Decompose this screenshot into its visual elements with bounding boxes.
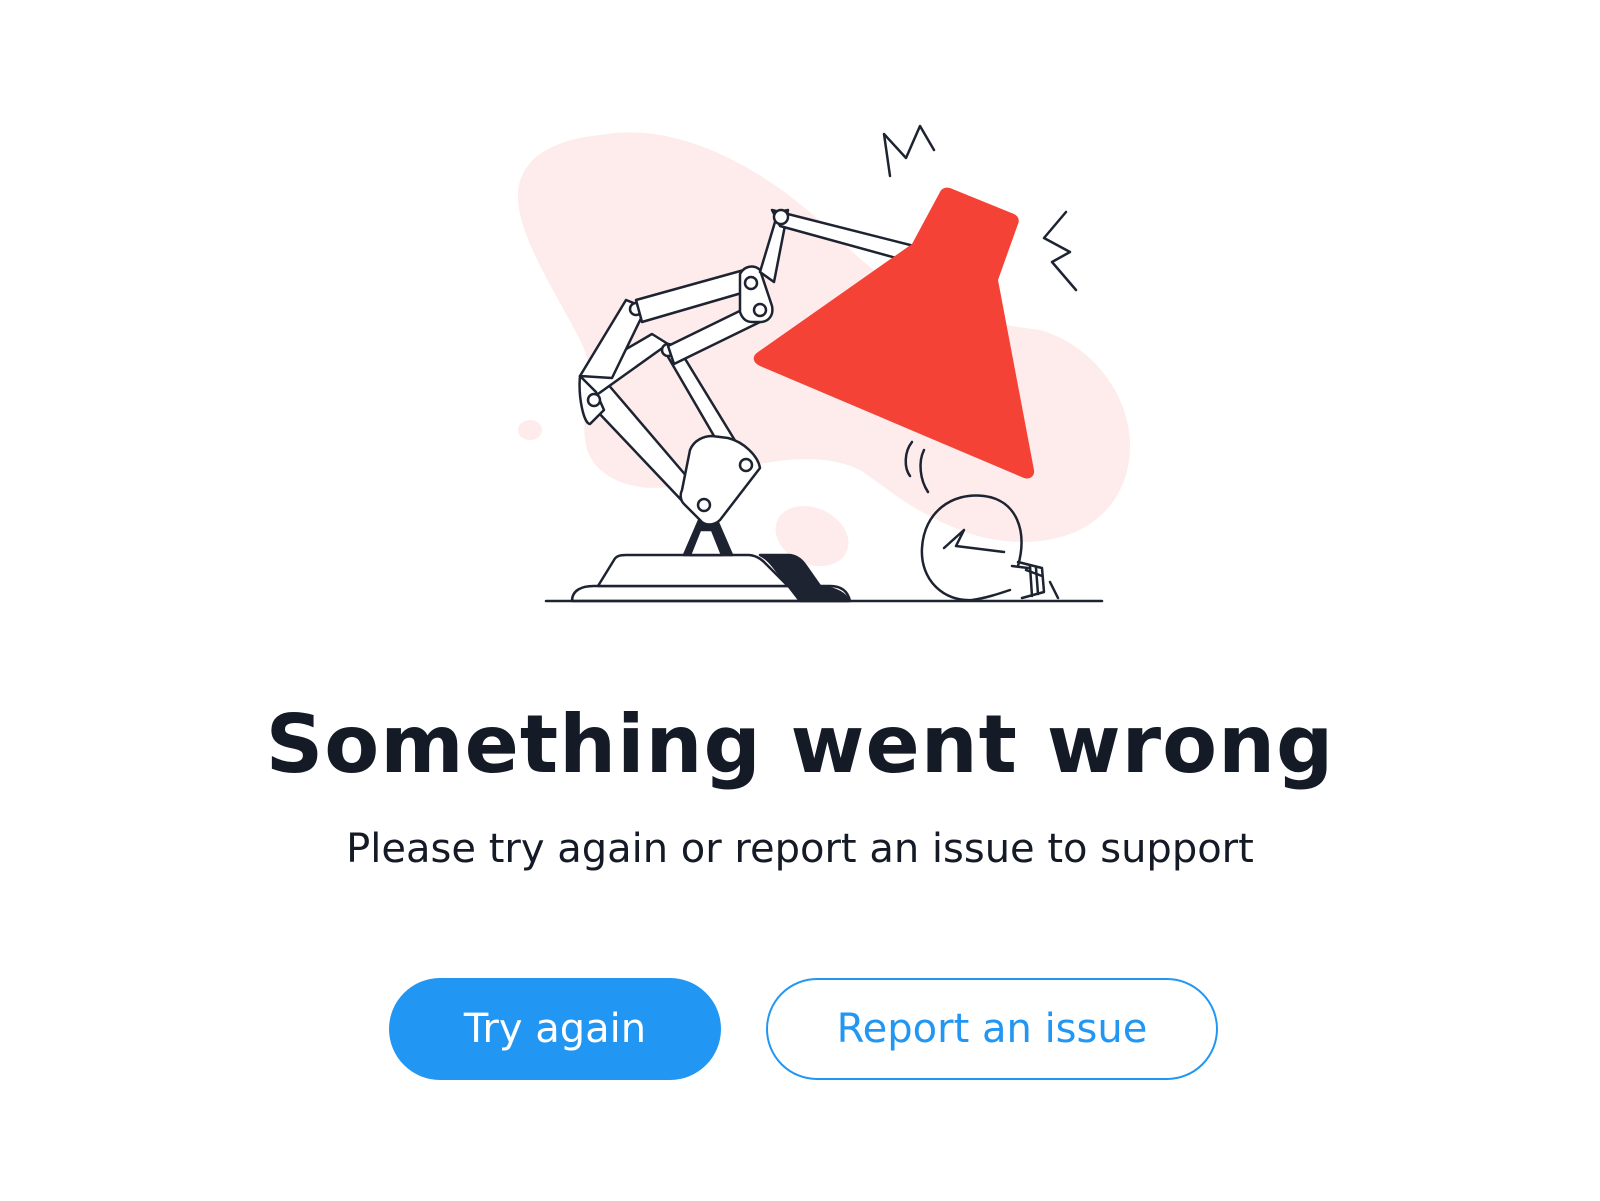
report-issue-button[interactable]: Report an issue — [766, 978, 1218, 1080]
error-illustration — [0, 0, 1600, 640]
try-again-button[interactable]: Try again — [389, 978, 721, 1080]
error-message: Please try again or report an issue to s… — [346, 826, 1254, 872]
page-title: Something went wrong — [265, 698, 1335, 791]
